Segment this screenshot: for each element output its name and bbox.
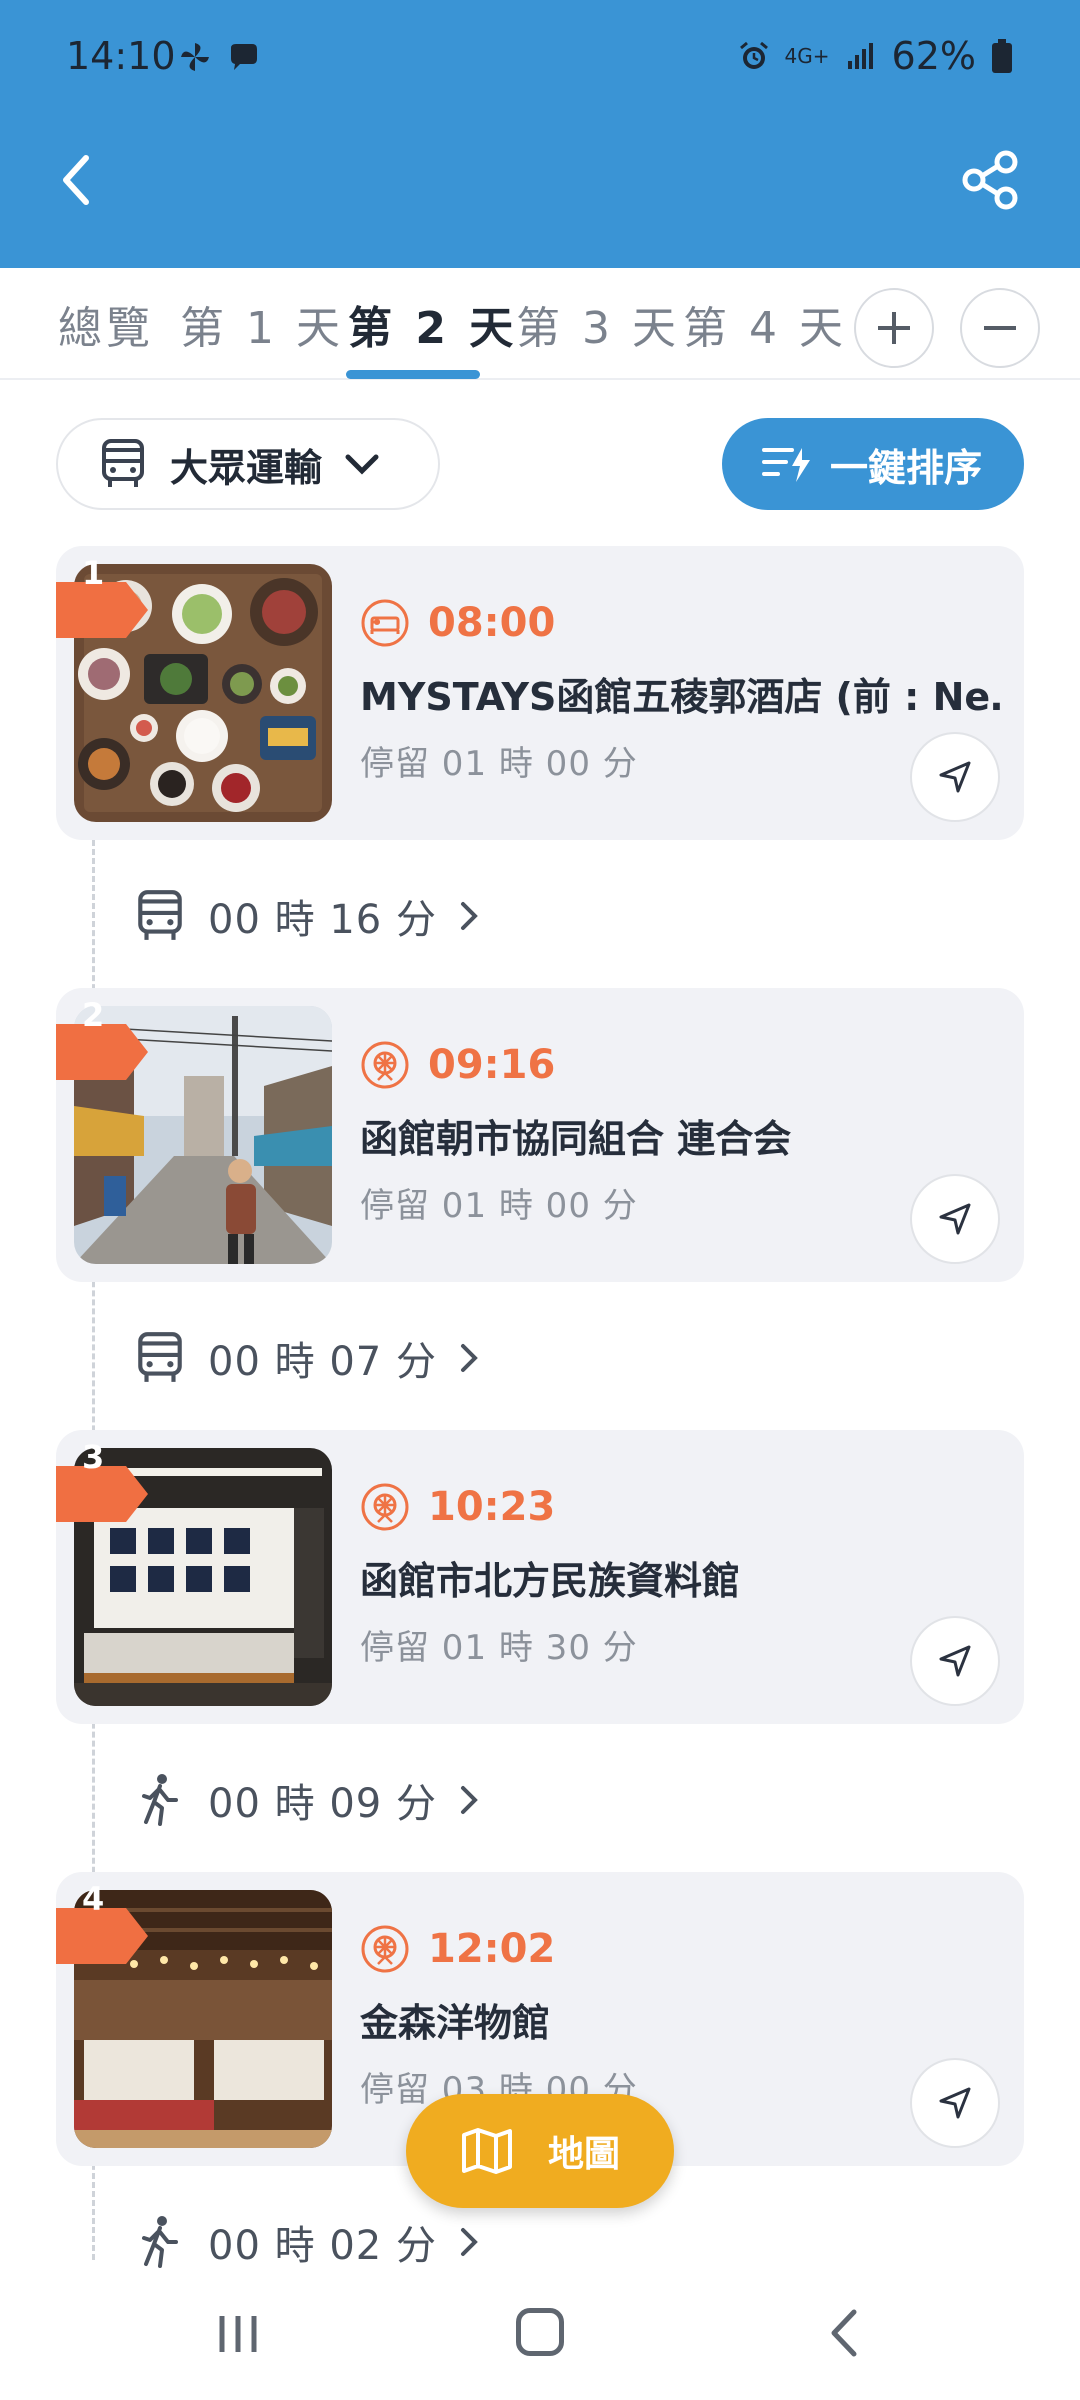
share-icon[interactable]	[958, 148, 1022, 212]
stop-time-row: 10:23	[360, 1482, 555, 1532]
attraction-icon	[361, 1041, 409, 1089]
stop-time-row: 08:00	[360, 598, 555, 648]
battery-icon	[992, 39, 1012, 73]
trip-itinerary-screen: 14:10 4G+ 62% 總覽 第 1 天 第 2 天 第 3 天 第 4 天	[0, 0, 1080, 2400]
transport-mode-select[interactable]: 大眾運輸	[56, 418, 440, 510]
navigate-button[interactable]	[910, 2058, 1000, 2148]
hotel-icon	[361, 599, 409, 647]
alarm-icon	[739, 41, 768, 69]
day-tabs: 總覽 第 1 天 第 2 天 第 3 天 第 4 天	[0, 268, 1080, 380]
navigation-arrow-icon	[939, 761, 971, 793]
chevron-right-icon	[460, 1786, 478, 1814]
stop-card[interactable]: 1 08:00 MYSTAYS函館五稜郭酒店 (前 : Ne… 停留 01 時 …	[56, 546, 1024, 840]
home-icon[interactable]	[516, 2308, 564, 2356]
attraction-icon	[361, 1483, 409, 1531]
network-type: 4G+	[784, 44, 830, 68]
stop-title: MYSTAYS函館五稜郭酒店 (前 : Ne…	[360, 675, 1000, 719]
battery-percent: 62%	[891, 34, 976, 78]
tab-day-2[interactable]: 第 2 天	[348, 292, 517, 356]
walk-icon	[142, 1774, 178, 1826]
map-icon	[461, 2128, 512, 2174]
stop-arrival-time: 08:00	[428, 600, 556, 646]
chevron-right-icon	[460, 2228, 478, 2256]
segment-duration: 00 時 02 分	[208, 2223, 437, 2269]
stop-title: 函館市北方民族資料館	[360, 1559, 741, 1603]
remove-day-button[interactable]	[960, 288, 1040, 368]
pinwheel-icon	[181, 43, 209, 71]
navigation-arrow-icon	[939, 1645, 971, 1677]
route-segment[interactable]: 00 時 07 分	[132, 1318, 481, 1398]
chevron-right-icon	[460, 1344, 478, 1372]
tab-overview[interactable]: 總覽	[58, 292, 154, 356]
tab-day-3[interactable]: 第 3 天	[516, 292, 680, 356]
stop-time-row: 12:02	[360, 1924, 555, 1974]
segment-duration: 00 時 07 分	[208, 1339, 437, 1385]
transport-mode-label: 大眾運輸	[170, 445, 323, 490]
auto-sort-label: 一鍵排序	[830, 445, 983, 490]
stop-number: 3	[82, 1438, 105, 1476]
stop-title: 金森洋物館	[360, 2001, 551, 2045]
bus-icon	[138, 1332, 182, 1382]
navigate-button[interactable]	[910, 732, 1000, 822]
plus-icon	[878, 312, 910, 344]
stop-arrival-time: 09:16	[428, 1042, 556, 1088]
stop-stay-duration: 停留 01 時 30 分	[360, 1628, 638, 1668]
sort-lightning-icon	[762, 448, 810, 482]
status-time: 14:10	[66, 34, 176, 78]
stop-stay-duration: 停留 01 時 00 分	[360, 1186, 638, 1226]
stop-card[interactable]: 3 10:23 函館市北方民族資料館 停留 01 時 30 分	[56, 1430, 1024, 1724]
auto-sort-button[interactable]: 一鍵排序	[722, 418, 1024, 510]
bus-icon	[138, 890, 182, 940]
status-left-icons	[178, 40, 260, 74]
active-tab-indicator	[346, 370, 480, 379]
stop-number: 2	[82, 996, 105, 1034]
minus-icon	[984, 326, 1016, 330]
stop-arrival-time: 12:02	[428, 1926, 556, 1972]
add-day-button[interactable]	[854, 288, 934, 368]
chevron-down-icon	[345, 454, 379, 475]
walk-icon	[142, 2216, 178, 2268]
stop-title: 函館朝市協同組合 連合会	[360, 1117, 792, 1161]
navigation-arrow-icon	[939, 2087, 971, 2119]
segment-duration: 00 時 09 分	[208, 1781, 437, 1827]
chevron-right-icon	[460, 902, 478, 930]
recent-apps-icon[interactable]	[216, 2312, 260, 2356]
stop-number: 1	[82, 554, 105, 592]
bus-icon	[102, 439, 144, 487]
system-navigation-bar	[0, 2268, 1080, 2400]
attraction-icon	[361, 1925, 409, 1973]
stop-card[interactable]: 2 09:16 函館朝市協同組合 連合会 停留 01 時 00 分	[56, 988, 1024, 1282]
segment-duration: 00 時 16 分	[208, 897, 437, 943]
navigate-button[interactable]	[910, 1616, 1000, 1706]
map-button[interactable]: 地圖	[406, 2094, 674, 2208]
tab-day-4[interactable]: 第 4 天	[683, 292, 847, 356]
back-arrow-icon[interactable]	[56, 150, 96, 210]
stop-number: 4	[82, 1880, 105, 1918]
stop-time-row: 09:16	[360, 1040, 555, 1090]
route-segment[interactable]: 00 時 16 分	[132, 876, 481, 956]
system-back-icon[interactable]	[826, 2308, 862, 2358]
stop-arrival-time: 10:23	[428, 1484, 556, 1530]
navigate-button[interactable]	[910, 1174, 1000, 1264]
status-right: 4G+ 62%	[737, 34, 1014, 78]
tab-day-1[interactable]: 第 1 天	[180, 292, 344, 356]
app-header: 14:10 4G+ 62%	[0, 0, 1080, 268]
navigation-arrow-icon	[939, 1203, 971, 1235]
chat-bubble-icon	[231, 44, 257, 70]
stop-stay-duration: 停留 01 時 00 分	[360, 744, 638, 784]
signal-icon	[847, 43, 873, 69]
map-button-label: 地圖	[547, 2134, 620, 2175]
route-segment[interactable]: 00 時 09 分	[132, 1760, 481, 1840]
